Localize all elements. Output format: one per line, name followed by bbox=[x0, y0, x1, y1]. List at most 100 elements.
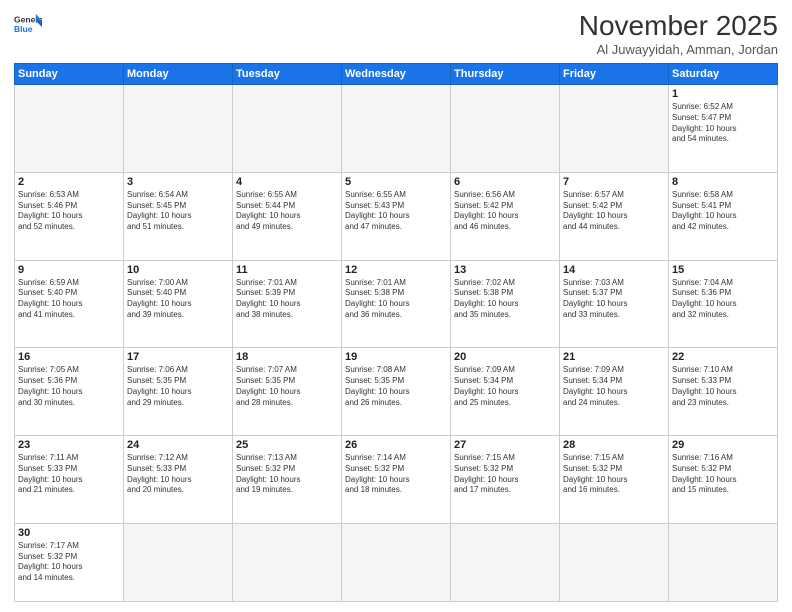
calendar-week-4: 16 Sunrise: 7:05 AM Sunset: 5:36 PM Dayli… bbox=[15, 348, 778, 436]
day-info: Sunrise: 7:00 AM Sunset: 5:40 PM Dayligh… bbox=[127, 278, 229, 321]
calendar-cell: 3Sunrise: 6:54 AM Sunset: 5:45 PM Daylig… bbox=[124, 172, 233, 260]
day-info: Sunrise: 7:15 AM Sunset: 5:32 PM Dayligh… bbox=[454, 453, 556, 496]
day-number: 2 bbox=[18, 176, 120, 188]
calendar-cell: 27 Sunrise: 7:15 AM Sunset: 5:32 PM Dayli… bbox=[451, 436, 560, 524]
day-number: 5 bbox=[345, 176, 447, 188]
day-number: 28 bbox=[563, 439, 665, 451]
calendar-cell bbox=[669, 523, 778, 601]
calendar-cell bbox=[124, 85, 233, 173]
day-info: Sunrise: 7:09 AM Sunset: 5:34 PM Dayligh… bbox=[454, 365, 556, 408]
calendar-cell: 21 Sunrise: 7:09 AM Sunset: 5:34 PM Dayli… bbox=[560, 348, 669, 436]
calendar-cell: 24Sunrise: 7:12 AM Sunset: 5:33 PM Dayli… bbox=[124, 436, 233, 524]
logo-icon: General Blue bbox=[14, 10, 42, 38]
calendar-cell: 16 Sunrise: 7:05 AM Sunset: 5:36 PM Dayli… bbox=[15, 348, 124, 436]
day-number: 10 bbox=[127, 264, 229, 276]
calendar-cell: 9Sunrise: 6:59 AM Sunset: 5:40 PM Daylig… bbox=[15, 260, 124, 348]
calendar-cell bbox=[451, 85, 560, 173]
day-info: Sunrise: 6:52 AM Sunset: 5:47 PM Dayligh… bbox=[672, 102, 774, 145]
day-info: Sunrise: 6:56 AM Sunset: 5:42 PM Dayligh… bbox=[454, 190, 556, 233]
day-number: 21 bbox=[563, 351, 665, 363]
day-number: 7 bbox=[563, 176, 665, 188]
day-number: 22 bbox=[672, 351, 774, 363]
calendar-cell: 23 Sunrise: 7:11 AM Sunset: 5:33 PM Dayli… bbox=[15, 436, 124, 524]
day-info: Sunrise: 7:01 AM Sunset: 5:39 PM Dayligh… bbox=[236, 278, 338, 321]
calendar-cell: 1 Sunrise: 6:52 AM Sunset: 5:47 PM Daylig… bbox=[669, 85, 778, 173]
calendar-cell: 25Sunrise: 7:13 AM Sunset: 5:32 PM Dayli… bbox=[233, 436, 342, 524]
day-info: Sunrise: 6:58 AM Sunset: 5:41 PM Dayligh… bbox=[672, 190, 774, 233]
calendar-cell bbox=[560, 523, 669, 601]
day-number: 20 bbox=[454, 351, 556, 363]
day-info: Sunrise: 7:06 AM Sunset: 5:35 PM Dayligh… bbox=[127, 365, 229, 408]
month-title: November 2025 bbox=[579, 10, 778, 42]
day-number: 3 bbox=[127, 176, 229, 188]
calendar-cell: 6Sunrise: 6:56 AM Sunset: 5:42 PM Daylig… bbox=[451, 172, 560, 260]
day-number: 17 bbox=[127, 351, 229, 363]
calendar-cell bbox=[124, 523, 233, 601]
day-info: Sunrise: 7:08 AM Sunset: 5:35 PM Dayligh… bbox=[345, 365, 447, 408]
day-number: 14 bbox=[563, 264, 665, 276]
calendar-cell: 26Sunrise: 7:14 AM Sunset: 5:32 PM Dayli… bbox=[342, 436, 451, 524]
calendar-week-6: 30 Sunrise: 7:17 AM Sunset: 5:32 PM Dayli… bbox=[15, 523, 778, 601]
title-area: November 2025 Al Juwayyidah, Amman, Jord… bbox=[579, 10, 778, 57]
day-info: Sunrise: 7:05 AM Sunset: 5:36 PM Dayligh… bbox=[18, 365, 120, 408]
day-info: Sunrise: 6:55 AM Sunset: 5:43 PM Dayligh… bbox=[345, 190, 447, 233]
calendar-cell bbox=[342, 85, 451, 173]
calendar-cell bbox=[342, 523, 451, 601]
calendar-cell: 29 Sunrise: 7:16 AM Sunset: 5:32 PM Dayli… bbox=[669, 436, 778, 524]
weekday-header-sunday: Sunday bbox=[15, 64, 124, 85]
calendar-cell: 18Sunrise: 7:07 AM Sunset: 5:35 PM Dayli… bbox=[233, 348, 342, 436]
calendar-cell: 2Sunrise: 6:53 AM Sunset: 5:46 PM Daylig… bbox=[15, 172, 124, 260]
weekday-header-wednesday: Wednesday bbox=[342, 64, 451, 85]
day-number: 29 bbox=[672, 439, 774, 451]
day-number: 15 bbox=[672, 264, 774, 276]
calendar-cell: 7 Sunrise: 6:57 AM Sunset: 5:42 PM Daylig… bbox=[560, 172, 669, 260]
calendar-week-1: 1 Sunrise: 6:52 AM Sunset: 5:47 PM Daylig… bbox=[15, 85, 778, 173]
page: General Blue November 2025 Al Juwayyidah… bbox=[0, 0, 792, 612]
weekday-header-monday: Monday bbox=[124, 64, 233, 85]
header: General Blue November 2025 Al Juwayyidah… bbox=[14, 10, 778, 57]
day-info: Sunrise: 6:57 AM Sunset: 5:42 PM Dayligh… bbox=[563, 190, 665, 233]
weekday-header-row: SundayMondayTuesdayWednesdayThursdayFrid… bbox=[15, 64, 778, 85]
day-number: 13 bbox=[454, 264, 556, 276]
calendar-cell: 11 Sunrise: 7:01 AM Sunset: 5:39 PM Dayli… bbox=[233, 260, 342, 348]
day-number: 12 bbox=[345, 264, 447, 276]
calendar-cell: 10 Sunrise: 7:00 AM Sunset: 5:40 PM Dayli… bbox=[124, 260, 233, 348]
day-info: Sunrise: 7:17 AM Sunset: 5:32 PM Dayligh… bbox=[18, 541, 120, 584]
day-info: Sunrise: 7:03 AM Sunset: 5:37 PM Dayligh… bbox=[563, 278, 665, 321]
day-info: Sunrise: 7:12 AM Sunset: 5:33 PM Dayligh… bbox=[127, 453, 229, 496]
calendar-cell bbox=[560, 85, 669, 173]
calendar-table: SundayMondayTuesdayWednesdayThursdayFrid… bbox=[14, 63, 778, 602]
calendar-cell: 13 Sunrise: 7:02 AM Sunset: 5:38 PM Dayli… bbox=[451, 260, 560, 348]
day-number: 25 bbox=[236, 439, 338, 451]
day-info: Sunrise: 7:02 AM Sunset: 5:38 PM Dayligh… bbox=[454, 278, 556, 321]
svg-text:Blue: Blue bbox=[14, 24, 33, 34]
day-info: Sunrise: 6:55 AM Sunset: 5:44 PM Dayligh… bbox=[236, 190, 338, 233]
day-number: 16 bbox=[18, 351, 120, 363]
day-number: 23 bbox=[18, 439, 120, 451]
day-info: Sunrise: 7:16 AM Sunset: 5:32 PM Dayligh… bbox=[672, 453, 774, 496]
day-info: Sunrise: 7:10 AM Sunset: 5:33 PM Dayligh… bbox=[672, 365, 774, 408]
day-number: 30 bbox=[18, 527, 120, 539]
day-info: Sunrise: 7:09 AM Sunset: 5:34 PM Dayligh… bbox=[563, 365, 665, 408]
day-number: 9 bbox=[18, 264, 120, 276]
day-number: 11 bbox=[236, 264, 338, 276]
day-info: Sunrise: 7:15 AM Sunset: 5:32 PM Dayligh… bbox=[563, 453, 665, 496]
calendar-cell: 22 Sunrise: 7:10 AM Sunset: 5:33 PM Dayli… bbox=[669, 348, 778, 436]
calendar-cell: 28 Sunrise: 7:15 AM Sunset: 5:32 PM Dayli… bbox=[560, 436, 669, 524]
day-info: Sunrise: 7:04 AM Sunset: 5:36 PM Dayligh… bbox=[672, 278, 774, 321]
logo: General Blue bbox=[14, 10, 42, 38]
calendar-week-3: 9Sunrise: 6:59 AM Sunset: 5:40 PM Daylig… bbox=[15, 260, 778, 348]
day-info: Sunrise: 7:01 AM Sunset: 5:38 PM Dayligh… bbox=[345, 278, 447, 321]
calendar-cell: 20 Sunrise: 7:09 AM Sunset: 5:34 PM Dayli… bbox=[451, 348, 560, 436]
day-info: Sunrise: 7:11 AM Sunset: 5:33 PM Dayligh… bbox=[18, 453, 120, 496]
day-number: 27 bbox=[454, 439, 556, 451]
calendar-cell: 17 Sunrise: 7:06 AM Sunset: 5:35 PM Dayli… bbox=[124, 348, 233, 436]
day-number: 18 bbox=[236, 351, 338, 363]
calendar-cell: 12 Sunrise: 7:01 AM Sunset: 5:38 PM Dayli… bbox=[342, 260, 451, 348]
calendar-cell bbox=[15, 85, 124, 173]
day-number: 1 bbox=[672, 88, 774, 100]
weekday-header-saturday: Saturday bbox=[669, 64, 778, 85]
weekday-header-friday: Friday bbox=[560, 64, 669, 85]
day-number: 26 bbox=[345, 439, 447, 451]
calendar-week-2: 2Sunrise: 6:53 AM Sunset: 5:46 PM Daylig… bbox=[15, 172, 778, 260]
